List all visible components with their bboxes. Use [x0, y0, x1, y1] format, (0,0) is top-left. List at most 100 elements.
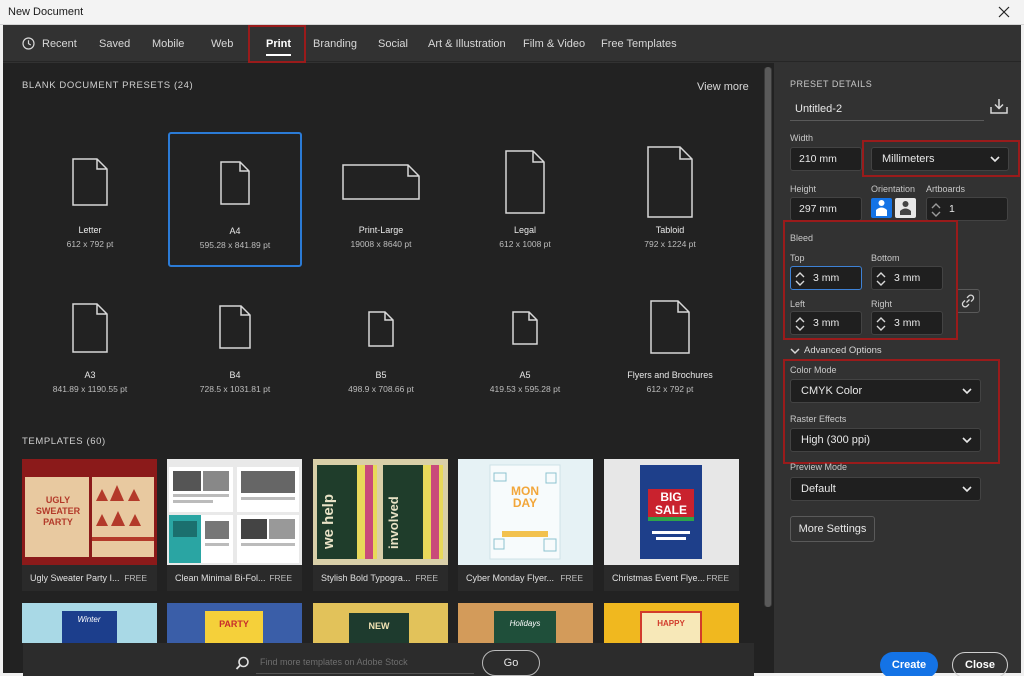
preset-size: 595.28 x 841.89 pt [199, 240, 271, 250]
tab-film-video[interactable]: Film & Video [523, 25, 585, 62]
template-card[interactable]: Holidays [458, 603, 593, 643]
close-button[interactable]: Close [952, 652, 1008, 676]
document-icon [368, 311, 394, 347]
document-icon [72, 303, 108, 353]
preset-size: 612 x 1008 pt [499, 239, 551, 249]
preset-legal[interactable]: Legal 612 x 1008 pt [459, 133, 591, 265]
preview-mode-select[interactable]: Default [790, 477, 981, 501]
tab-label: Art & Illustration [428, 37, 506, 50]
preset-size: 612 x 792 pt [66, 239, 114, 249]
document-icon [505, 150, 545, 214]
bleed-left-stepper[interactable]: 3 mm [790, 311, 862, 335]
preset-flyers-brochures[interactable]: Flyers and Brochures 612 x 792 pt [604, 278, 736, 410]
template-card[interactable]: Clean Minimal Bi-Fol... FREE [167, 459, 302, 591]
color-mode-label: Color Mode [790, 365, 837, 375]
free-badge: FREE [269, 573, 292, 583]
template-card[interactable]: we help involved Stylish Bold Typogra...… [313, 459, 448, 591]
height-input[interactable]: 297 mm [790, 197, 862, 221]
stepper-arrows-icon[interactable] [875, 315, 887, 333]
orientation-portrait-button[interactable] [871, 198, 892, 218]
color-mode-select[interactable]: CMYK Color [790, 379, 981, 403]
stepper-arrows-icon[interactable] [794, 315, 806, 333]
tab-branding[interactable]: Branding [313, 25, 357, 62]
tab-label: Recent [42, 37, 77, 50]
preset-size: 19008 x 8640 pt [350, 239, 412, 249]
preview-mode-label: Preview Mode [790, 462, 848, 472]
tab-saved[interactable]: Saved [99, 25, 130, 62]
new-document-dialog: Recent Saved Mobile Web Print Branding S… [3, 25, 1021, 676]
tab-label: Free Templates [601, 37, 677, 50]
bleed-bottom-label: Bottom [871, 253, 900, 263]
bleed-top-stepper[interactable]: 3 mm [790, 266, 862, 290]
advanced-options-toggle[interactable]: Advanced Options [790, 345, 882, 356]
bleed-right-stepper[interactable]: 3 mm [871, 311, 943, 335]
tab-print[interactable]: Print [260, 25, 297, 62]
template-card[interactable]: Winter [22, 603, 157, 643]
tab-label: Saved [99, 37, 131, 50]
more-settings-button[interactable]: More Settings [790, 516, 875, 542]
chevron-down-icon [790, 347, 800, 354]
preset-a5[interactable]: A5 419.53 x 595.28 pt [459, 278, 591, 410]
raster-effects-select[interactable]: High (300 ppi) [790, 428, 981, 452]
document-icon [219, 305, 251, 349]
raster-effects-label: Raster Effects [790, 414, 847, 424]
templates-count: (60) [86, 436, 106, 447]
chevron-down-icon [962, 437, 972, 444]
tab-recent[interactable]: Recent [22, 25, 77, 62]
blank-presets-count: (24) [173, 80, 194, 91]
units-select[interactable]: Millimeters [871, 147, 1009, 171]
create-button[interactable]: Create [880, 652, 938, 676]
bleed-top-value: 3 mm [813, 272, 840, 284]
preset-name: A3 [84, 370, 96, 380]
preset-name: Print-Large [358, 225, 404, 235]
width-label: Width [790, 133, 814, 143]
template-thumbnail: MON DAY [458, 459, 593, 565]
stepper-arrows-icon[interactable] [875, 270, 887, 288]
stepper-arrows-icon[interactable] [930, 201, 942, 219]
preset-print-large[interactable]: Print-Large 19008 x 8640 pt [315, 133, 447, 265]
thumb-text: UGLY [45, 495, 71, 505]
tab-mobile[interactable]: Mobile [152, 25, 184, 62]
preset-b5[interactable]: B5 498.9 x 708.66 pt [315, 278, 447, 410]
preset-a4[interactable]: A4 595.28 x 841.89 pt [168, 132, 302, 267]
template-card[interactable]: NEW [313, 603, 448, 643]
template-card[interactable]: PARTY [167, 603, 302, 643]
preset-letter[interactable]: Letter 612 x 792 pt [24, 133, 156, 265]
view-more-link[interactable]: View more [697, 81, 749, 93]
preset-tabloid[interactable]: Tabloid 792 x 1224 pt [604, 133, 736, 265]
link-bleed-button[interactable] [956, 289, 980, 313]
preset-size: 841.89 x 1190.55 pt [52, 384, 128, 394]
stepper-arrows-icon[interactable] [794, 270, 806, 288]
preset-name: A5 [519, 370, 531, 380]
cyber-monday-thumbnail-art [489, 464, 561, 560]
preset-size: 792 x 1224 pt [644, 239, 696, 249]
presets-scrollbar[interactable] [764, 67, 772, 607]
preset-size: 612 x 792 pt [646, 384, 694, 394]
template-card[interactable]: MON DAY Cyber Monday Flyer... FREE [458, 459, 593, 591]
tab-art-illustration[interactable]: Art & Illustration [428, 25, 506, 62]
template-card[interactable]: BIG SALE Christmas Event Flye... FREE [604, 459, 739, 591]
window-close-button[interactable] [992, 1, 1016, 23]
template-card[interactable]: UGLY SWEATER PARTY Ugly Sweater Party I.… [22, 459, 157, 591]
preset-a3[interactable]: A3 841.89 x 1190.55 pt [24, 278, 156, 410]
window-title: New Document [8, 6, 84, 18]
orientation-landscape-button[interactable] [895, 198, 916, 218]
template-card[interactable]: HAPPY [604, 603, 739, 643]
orientation-label: Orientation [871, 184, 916, 194]
search-input[interactable]: Find more templates on Adobe Stock [260, 657, 408, 667]
bleed-top-label: Top [790, 253, 805, 263]
preset-name: Legal [513, 225, 537, 235]
go-button[interactable]: Go [482, 650, 540, 676]
scrollbar-thumb[interactable] [765, 67, 771, 607]
preset-name: A4 [229, 226, 241, 236]
artboards-stepper[interactable]: 1 [926, 197, 1008, 221]
width-input[interactable]: 210 mm [790, 147, 862, 171]
tab-web[interactable]: Web [211, 25, 233, 62]
preset-b4[interactable]: B4 728.5 x 1031.81 pt [169, 278, 301, 410]
bleed-bottom-stepper[interactable]: 3 mm [871, 266, 943, 290]
tab-social[interactable]: Social [378, 25, 408, 62]
document-name-input[interactable]: Untitled-2 [795, 103, 842, 115]
document-icon [72, 158, 108, 206]
save-preset-icon[interactable] [990, 97, 1008, 115]
tab-free-templates[interactable]: Free Templates [601, 25, 677, 62]
